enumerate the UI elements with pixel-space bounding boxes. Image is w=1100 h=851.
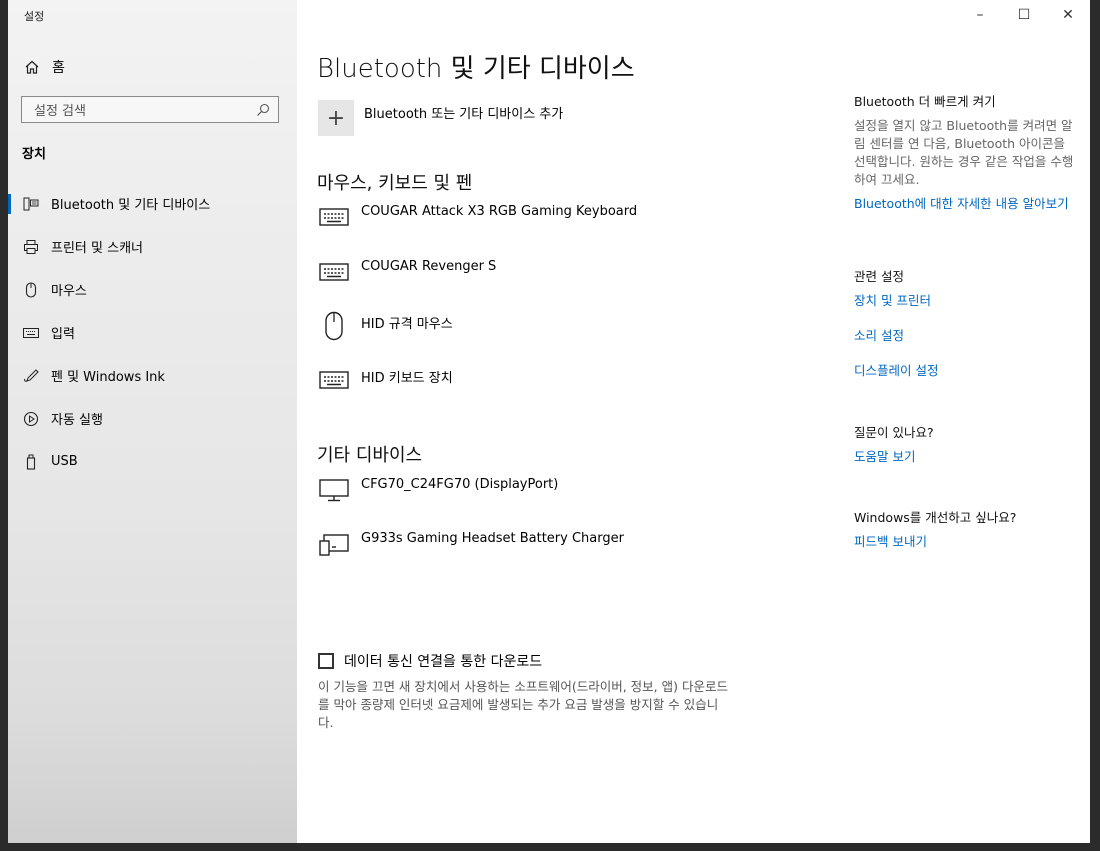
device-name: COUGAR Revenger S bbox=[361, 259, 497, 274]
send-feedback-link[interactable]: 피드백 보내기 bbox=[854, 533, 1076, 551]
metered-label: 데이터 통신 연결을 통한 다운로드 bbox=[344, 654, 543, 670]
section-heading: 장치 bbox=[22, 147, 46, 162]
device-item[interactable]: G933s Gaming Headset Battery Charger bbox=[318, 528, 624, 560]
sidebar-item-label: 마우스 bbox=[51, 284, 87, 299]
sidebar: 설정 홈 설정 검색 장치 Bluetooth 및 기타 디바이스 프린터 및 … bbox=[8, 0, 297, 843]
minimize-button[interactable]: – bbox=[958, 0, 1002, 30]
pen-icon bbox=[23, 368, 39, 384]
device-name: G933s Gaming Headset Battery Charger bbox=[361, 531, 624, 546]
sidebar-item-label: USB bbox=[51, 454, 78, 469]
device-icon bbox=[318, 528, 350, 560]
display-settings-link[interactable]: 디스플레이 설정 bbox=[854, 362, 1076, 380]
feedback-section: Windows를 개선하고 싶나요? 피드백 보내기 bbox=[854, 509, 1076, 551]
metered-description: 이 기능을 끄면 새 장치에서 사용하는 소프트웨어(드라이버, 정보, 앱) … bbox=[318, 679, 728, 730]
sidebar-item-mouse[interactable]: 마우스 bbox=[8, 268, 297, 311]
other-devices-heading: 기타 디바이스 bbox=[317, 445, 423, 466]
device-item[interactable]: COUGAR Revenger S bbox=[318, 256, 496, 288]
device-name: CFG70_C24FG70 (DisplayPort) bbox=[361, 477, 559, 492]
metered-download-toggle[interactable]: 데이터 통신 연결을 통한 다운로드 bbox=[318, 651, 542, 671]
autoplay-icon bbox=[23, 411, 39, 427]
close-button[interactable]: ✕ bbox=[1046, 0, 1090, 30]
device-name: HID 키보드 장치 bbox=[361, 371, 453, 386]
related-settings-title: 관련 설정 bbox=[854, 269, 904, 284]
mouse-icon bbox=[23, 281, 39, 298]
home-link[interactable]: 홈 bbox=[24, 56, 65, 78]
sidebar-item-label: 펜 및 Windows Ink bbox=[51, 370, 165, 385]
device-item[interactable]: HID 규격 마우스 bbox=[318, 310, 453, 342]
add-device-button[interactable]: + Bluetooth 또는 기타 디바이스 추가 bbox=[318, 100, 563, 136]
monitor-icon bbox=[318, 474, 350, 506]
sidebar-item-autoplay[interactable]: 자동 실행 bbox=[8, 397, 297, 440]
bluetooth-devices-icon bbox=[23, 196, 39, 212]
sidebar-item-printers[interactable]: 프린터 및 스캐너 bbox=[8, 225, 297, 268]
app-title: 설정 bbox=[24, 10, 45, 23]
printer-icon bbox=[23, 239, 39, 255]
device-name: HID 규격 마우스 bbox=[361, 317, 453, 332]
get-help-link[interactable]: 도움말 보기 bbox=[854, 448, 1076, 466]
input-devices-heading: 마우스, 키보드 및 펜 bbox=[317, 173, 473, 194]
sidebar-item-label: 입력 bbox=[51, 327, 75, 342]
sidebar-item-label: Bluetooth 및 기타 디바이스 bbox=[51, 198, 211, 213]
home-label: 홈 bbox=[52, 60, 65, 76]
mouse-icon bbox=[318, 310, 350, 342]
keyboard-icon bbox=[23, 325, 39, 341]
help-section: 질문이 있나요? 도움말 보기 bbox=[854, 424, 1076, 466]
related-settings-section: 관련 설정 장치 및 프린터 소리 설정 디스플레이 설정 bbox=[854, 268, 1076, 380]
sidebar-item-label: 프린터 및 스캐너 bbox=[51, 241, 143, 256]
page-title: Bluetooth 및 기타 디바이스 bbox=[317, 54, 635, 84]
metered-checkbox[interactable] bbox=[318, 653, 334, 669]
add-device-label: Bluetooth 또는 기타 디바이스 추가 bbox=[364, 107, 564, 122]
keyboard-icon bbox=[318, 364, 350, 396]
keyboard-icon bbox=[318, 201, 350, 233]
sidebar-item-pen[interactable]: 펜 및 Windows Ink bbox=[8, 354, 297, 397]
search-input[interactable]: 설정 검색 bbox=[21, 96, 279, 123]
devices-printers-link[interactable]: 장치 및 프린터 bbox=[854, 292, 1076, 310]
sidebar-item-usb[interactable]: USB bbox=[8, 440, 297, 483]
quick-bluetooth-section: Bluetooth 더 빠르게 켜기 설정을 열지 않고 Bluetooth를 … bbox=[854, 93, 1076, 213]
search-placeholder: 설정 검색 bbox=[34, 104, 86, 119]
maximize-button[interactable]: ☐ bbox=[1002, 0, 1046, 30]
keyboard-icon bbox=[318, 256, 350, 288]
sidebar-nav: Bluetooth 및 기타 디바이스 프린터 및 스캐너 마우스 입력 펜 및… bbox=[8, 182, 297, 483]
settings-window: 설정 홈 설정 검색 장치 Bluetooth 및 기타 디바이스 프린터 및 … bbox=[8, 0, 1090, 843]
feedback-title: Windows를 개선하고 싶나요? bbox=[854, 510, 1017, 525]
sidebar-item-bluetooth[interactable]: Bluetooth 및 기타 디바이스 bbox=[8, 182, 297, 225]
sound-settings-link[interactable]: 소리 설정 bbox=[854, 327, 1076, 345]
device-item[interactable]: COUGAR Attack X3 RGB Gaming Keyboard bbox=[318, 201, 637, 233]
device-name: COUGAR Attack X3 RGB Gaming Keyboard bbox=[361, 204, 638, 219]
help-title: 질문이 있나요? bbox=[854, 425, 934, 440]
device-item[interactable]: CFG70_C24FG70 (DisplayPort) bbox=[318, 474, 558, 506]
plus-icon: + bbox=[318, 100, 354, 136]
quick-bluetooth-title: Bluetooth 더 빠르게 켜기 bbox=[854, 94, 996, 109]
main-content: – ☐ ✕ Bluetooth 및 기타 디바이스 + Bluetooth 또는… bbox=[297, 0, 1090, 843]
sidebar-item-typing[interactable]: 입력 bbox=[8, 311, 297, 354]
search-icon bbox=[257, 103, 270, 116]
quick-bluetooth-text: 설정을 열지 않고 Bluetooth를 켜려면 알림 센터를 연 다음, Bl… bbox=[854, 118, 1074, 187]
home-icon bbox=[25, 60, 39, 74]
usb-icon bbox=[23, 454, 39, 470]
bluetooth-learn-more-link[interactable]: Bluetooth에 대한 자세한 내용 알아보기 bbox=[854, 195, 1076, 213]
window-controls: – ☐ ✕ bbox=[958, 0, 1090, 30]
sidebar-item-label: 자동 실행 bbox=[51, 413, 103, 428]
device-item[interactable]: HID 키보드 장치 bbox=[318, 364, 453, 396]
